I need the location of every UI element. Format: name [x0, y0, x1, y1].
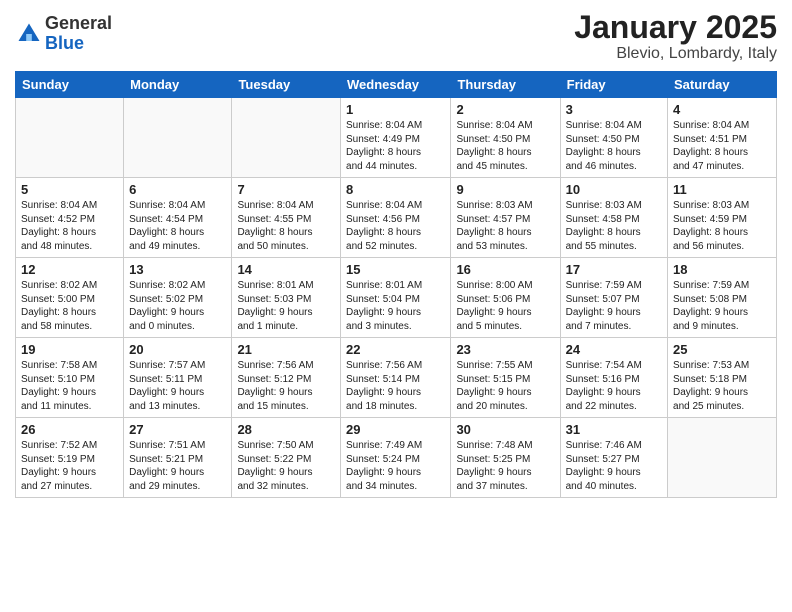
table-row: 28Sunrise: 7:50 AMSunset: 5:22 PMDayligh…	[232, 418, 341, 498]
table-row: 11Sunrise: 8:03 AMSunset: 4:59 PMDayligh…	[668, 178, 777, 258]
table-row: 20Sunrise: 7:57 AMSunset: 5:11 PMDayligh…	[124, 338, 232, 418]
header: General Blue January 2025 Blevio, Lombar…	[15, 10, 777, 63]
calendar-table: Sunday Monday Tuesday Wednesday Thursday…	[15, 71, 777, 498]
col-saturday: Saturday	[668, 72, 777, 98]
table-row	[668, 418, 777, 498]
table-row	[232, 98, 341, 178]
page-container: General Blue January 2025 Blevio, Lombar…	[0, 0, 792, 503]
table-row: 2Sunrise: 8:04 AMSunset: 4:50 PMDaylight…	[451, 98, 560, 178]
col-thursday: Thursday	[451, 72, 560, 98]
logo-text: General Blue	[45, 14, 112, 54]
logo-blue: Blue	[45, 34, 112, 54]
table-row: 26Sunrise: 7:52 AMSunset: 5:19 PMDayligh…	[16, 418, 124, 498]
table-row: 19Sunrise: 7:58 AMSunset: 5:10 PMDayligh…	[16, 338, 124, 418]
calendar-header-row: Sunday Monday Tuesday Wednesday Thursday…	[16, 72, 777, 98]
table-row: 7Sunrise: 8:04 AMSunset: 4:55 PMDaylight…	[232, 178, 341, 258]
title-block: January 2025 Blevio, Lombardy, Italy	[574, 10, 777, 63]
table-row: 31Sunrise: 7:46 AMSunset: 5:27 PMDayligh…	[560, 418, 667, 498]
table-row: 8Sunrise: 8:04 AMSunset: 4:56 PMDaylight…	[341, 178, 451, 258]
logo-icon	[15, 20, 43, 48]
table-row: 21Sunrise: 7:56 AMSunset: 5:12 PMDayligh…	[232, 338, 341, 418]
table-row: 13Sunrise: 8:02 AMSunset: 5:02 PMDayligh…	[124, 258, 232, 338]
table-row: 14Sunrise: 8:01 AMSunset: 5:03 PMDayligh…	[232, 258, 341, 338]
col-monday: Monday	[124, 72, 232, 98]
table-row: 18Sunrise: 7:59 AMSunset: 5:08 PMDayligh…	[668, 258, 777, 338]
table-row: 30Sunrise: 7:48 AMSunset: 5:25 PMDayligh…	[451, 418, 560, 498]
month-year: January 2025	[574, 10, 777, 45]
table-row	[16, 98, 124, 178]
col-friday: Friday	[560, 72, 667, 98]
table-row: 23Sunrise: 7:55 AMSunset: 5:15 PMDayligh…	[451, 338, 560, 418]
col-tuesday: Tuesday	[232, 72, 341, 98]
table-row: 9Sunrise: 8:03 AMSunset: 4:57 PMDaylight…	[451, 178, 560, 258]
table-row: 5Sunrise: 8:04 AMSunset: 4:52 PMDaylight…	[16, 178, 124, 258]
table-row: 12Sunrise: 8:02 AMSunset: 5:00 PMDayligh…	[16, 258, 124, 338]
table-row: 22Sunrise: 7:56 AMSunset: 5:14 PMDayligh…	[341, 338, 451, 418]
location: Blevio, Lombardy, Italy	[574, 45, 777, 63]
table-row: 17Sunrise: 7:59 AMSunset: 5:07 PMDayligh…	[560, 258, 667, 338]
table-row: 3Sunrise: 8:04 AMSunset: 4:50 PMDaylight…	[560, 98, 667, 178]
table-row: 15Sunrise: 8:01 AMSunset: 5:04 PMDayligh…	[341, 258, 451, 338]
table-row: 24Sunrise: 7:54 AMSunset: 5:16 PMDayligh…	[560, 338, 667, 418]
table-row: 10Sunrise: 8:03 AMSunset: 4:58 PMDayligh…	[560, 178, 667, 258]
table-row: 1Sunrise: 8:04 AMSunset: 4:49 PMDaylight…	[341, 98, 451, 178]
table-row: 29Sunrise: 7:49 AMSunset: 5:24 PMDayligh…	[341, 418, 451, 498]
logo: General Blue	[15, 14, 112, 54]
table-row: 25Sunrise: 7:53 AMSunset: 5:18 PMDayligh…	[668, 338, 777, 418]
table-row: 27Sunrise: 7:51 AMSunset: 5:21 PMDayligh…	[124, 418, 232, 498]
table-row	[124, 98, 232, 178]
table-row: 4Sunrise: 8:04 AMSunset: 4:51 PMDaylight…	[668, 98, 777, 178]
col-sunday: Sunday	[16, 72, 124, 98]
logo-general: General	[45, 14, 112, 34]
col-wednesday: Wednesday	[341, 72, 451, 98]
table-row: 6Sunrise: 8:04 AMSunset: 4:54 PMDaylight…	[124, 178, 232, 258]
table-row: 16Sunrise: 8:00 AMSunset: 5:06 PMDayligh…	[451, 258, 560, 338]
